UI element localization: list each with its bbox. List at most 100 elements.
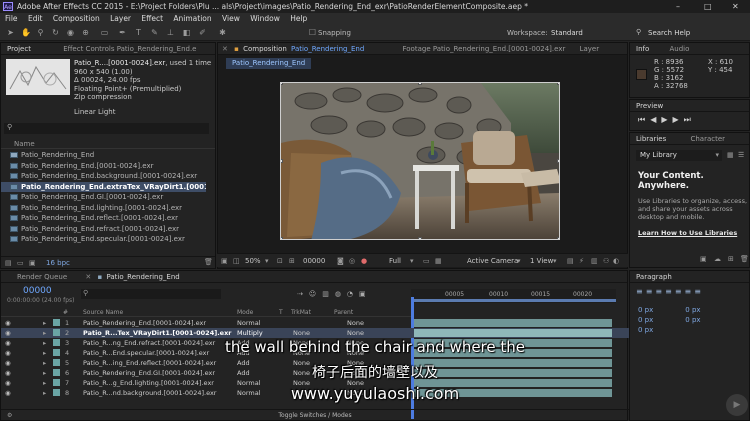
indent-right-field[interactable]: 0 px: [685, 306, 700, 314]
tab-info[interactable]: Info: [636, 45, 649, 53]
flowchart-icon[interactable]: ⚇: [603, 254, 609, 268]
project-item[interactable]: Patio_Rendering_End: [1, 150, 206, 161]
transform-handle[interactable]: [281, 83, 283, 85]
close-tab-icon[interactable]: ✕: [222, 45, 228, 53]
layer-name[interactable]: Patio_Rendering_End.[0001-0024].exr: [83, 318, 206, 328]
learn-libraries-link[interactable]: Learn How to Use Libraries: [638, 229, 737, 237]
expand-triangle-icon[interactable]: ▸: [43, 318, 46, 328]
chevron-down-icon[interactable]: ▾: [553, 254, 557, 268]
shy-icon[interactable]: ☺: [309, 290, 322, 298]
tab-footage[interactable]: Footage Patio_Rendering_End.[0001-0024].…: [403, 45, 566, 53]
channel-icon[interactable]: ●: [361, 254, 367, 268]
layer-parent[interactable]: None: [347, 318, 364, 328]
align-right-icon[interactable]: ≡: [655, 287, 665, 296]
eraser-tool-icon[interactable]: ◧: [182, 28, 191, 37]
justify-left-icon[interactable]: ≡: [665, 287, 675, 296]
region-of-interest-icon[interactable]: ▭: [423, 254, 430, 268]
tab-effect-controls[interactable]: Effect Controls Patio_Rendering_End.e: [63, 45, 196, 53]
selection-tool-icon[interactable]: ➤: [6, 28, 15, 37]
zoom-tool-icon[interactable]: ⚲: [36, 28, 45, 37]
grid-view-icon[interactable]: ▦: [727, 151, 734, 159]
project-item[interactable]: Patio_Rendering_End.lighting.[0001-0024]…: [1, 203, 206, 214]
layer-parent[interactable]: None: [347, 328, 364, 338]
layer-row[interactable]: ◉ ▸ 1 Patio_Rendering_End.[0001-0024].ex…: [1, 318, 629, 328]
tab-libraries[interactable]: Libraries: [636, 135, 666, 143]
project-item[interactable]: Patio_Rendering_End.background.[0001-002…: [1, 171, 206, 182]
transparency-grid-icon[interactable]: ▦: [435, 254, 442, 268]
current-time-display[interactable]: 00000: [303, 254, 325, 268]
rotate-tool-icon[interactable]: ↻: [51, 28, 60, 37]
next-frame-icon[interactable]: ▶: [673, 115, 684, 124]
fit-icon[interactable]: ⊡: [277, 254, 283, 268]
transform-handle[interactable]: [418, 237, 422, 239]
snapshot-icon[interactable]: ◙: [337, 254, 344, 268]
expand-panes-icon[interactable]: ⚙: [7, 410, 12, 421]
type-tool-icon[interactable]: T: [134, 28, 143, 37]
play-icon[interactable]: ▶: [661, 115, 672, 124]
visibility-eye-icon[interactable]: ◉: [5, 318, 11, 328]
pen-tool-icon[interactable]: ✒: [118, 28, 127, 37]
column-trkmat[interactable]: TrkMat: [291, 308, 311, 317]
previous-frame-icon[interactable]: ◀: [650, 115, 661, 124]
space-after-field[interactable]: 0 px: [685, 316, 700, 324]
composition-viewer-image[interactable]: [280, 82, 560, 240]
maximize-button[interactable]: □: [704, 0, 712, 13]
show-snapshot-icon[interactable]: ◎: [349, 254, 355, 268]
brush-tool-icon[interactable]: ✎: [150, 28, 159, 37]
chevron-down-icon[interactable]: ▾: [410, 254, 414, 268]
tab-paragraph[interactable]: Paragraph: [636, 273, 672, 281]
column-number[interactable]: #: [63, 308, 68, 317]
tab-audio[interactable]: Audio: [669, 45, 689, 53]
last-frame-icon[interactable]: ⏭: [684, 115, 696, 124]
pan-behind-tool-icon[interactable]: ⊕: [81, 28, 90, 37]
library-dropdown[interactable]: My Library ▾: [636, 150, 722, 161]
cloud-icon[interactable]: ☁: [714, 255, 721, 263]
transform-handle[interactable]: [281, 159, 283, 163]
graph-editor-icon[interactable]: ◔: [347, 290, 359, 298]
toggle-pixel-aspect-icon[interactable]: ▤: [567, 254, 574, 268]
menu-animation[interactable]: Animation: [173, 14, 211, 23]
roto-brush-tool-icon[interactable]: ✐: [198, 28, 207, 37]
project-search-input[interactable]: ⚲: [4, 123, 209, 134]
new-composition-icon[interactable]: ▣: [29, 259, 36, 267]
menu-window[interactable]: Window: [250, 14, 280, 23]
layer-trkmat[interactable]: None: [293, 328, 310, 338]
composition-breadcrumb[interactable]: Patio_Rendering_End: [226, 58, 312, 69]
time-ruler[interactable]: 00005 00010 00015 00020: [411, 289, 616, 303]
project-item[interactable]: Patio_Rendering_End.refract.[0001-0024].…: [1, 224, 206, 235]
menu-layer[interactable]: Layer: [110, 14, 131, 23]
mask-toggle-icon[interactable]: ◫: [233, 254, 240, 268]
visibility-eye-icon[interactable]: ◉: [5, 328, 11, 338]
grid-icon[interactable]: ⊞: [289, 254, 295, 268]
work-area-bar[interactable]: [411, 299, 616, 302]
brainstorm-icon[interactable]: ▣: [359, 290, 372, 298]
column-t[interactable]: T: [279, 308, 283, 317]
chevron-down-icon[interactable]: ▾: [265, 254, 269, 268]
label-color-swatch[interactable]: [53, 319, 60, 326]
align-left-icon[interactable]: ≡: [636, 287, 646, 296]
align-center-icon[interactable]: ≡: [646, 287, 656, 296]
menu-help[interactable]: Help: [290, 14, 307, 23]
transform-handle[interactable]: [557, 237, 559, 239]
project-item[interactable]: Patio_Rendering_End.reflect.[0001-0024].…: [1, 213, 206, 224]
workspace-dropdown[interactable]: Standard: [551, 29, 583, 37]
transform-handle[interactable]: [418, 83, 422, 85]
draft-3d-icon[interactable]: ⇢: [297, 290, 309, 298]
first-frame-icon[interactable]: ⏮: [638, 115, 650, 124]
expand-triangle-icon[interactable]: ▸: [43, 328, 46, 338]
snapping-checkbox-icon[interactable]: ☐: [308, 28, 317, 37]
zoom-dropdown[interactable]: 50%: [245, 254, 261, 268]
column-parent[interactable]: Parent: [334, 308, 353, 317]
project-item[interactable]: Patio_Rendering_End.specular.[0001-0024]…: [1, 234, 206, 245]
justify-center-icon[interactable]: ≡: [675, 287, 685, 296]
timeline-icon[interactable]: ▥: [591, 254, 598, 268]
delete-icon[interactable]: 🗑: [740, 255, 749, 263]
layer-row-selected[interactable]: ◉ ▸ 2 Patio_R...Tex_VRayDirt1.[0001-0024…: [1, 328, 629, 338]
puppet-tool-icon[interactable]: ✱: [218, 28, 227, 37]
transform-handle[interactable]: [557, 159, 559, 163]
tab-timeline-composition[interactable]: Patio_Rendering_End: [106, 273, 179, 281]
lock-icon[interactable]: ▪: [234, 45, 239, 53]
project-item[interactable]: Patio_Rendering_End.GI.[0001-0024].exr: [1, 192, 206, 203]
hand-tool-icon[interactable]: ✋: [21, 28, 31, 37]
rectangle-tool-icon[interactable]: ▭: [100, 28, 109, 37]
